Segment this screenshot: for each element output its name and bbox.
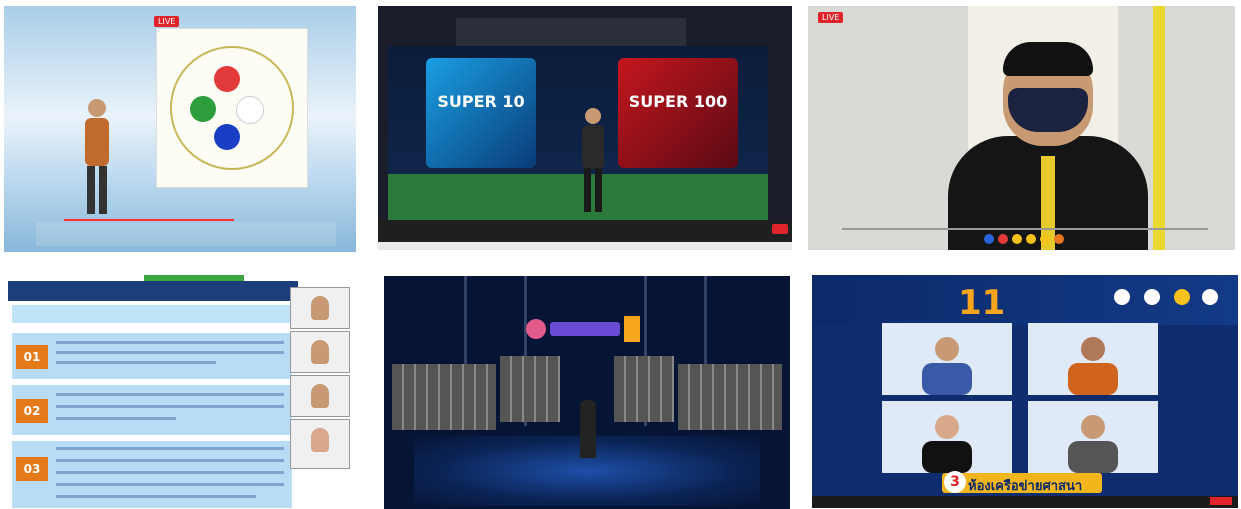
meeting-toolbar <box>378 220 792 242</box>
live-badge: LIVE <box>818 12 844 23</box>
event-number: 11 <box>958 283 1006 323</box>
sponsor-logos <box>1112 287 1222 307</box>
host-figure <box>580 400 596 458</box>
live-badge: LIVE <box>154 16 180 27</box>
audience-wall-center-left <box>500 356 560 422</box>
item-number: 01 <box>16 345 48 369</box>
progress-bar[interactable] <box>842 228 1208 230</box>
haha-reaction-icon[interactable] <box>1012 234 1022 244</box>
participant-video[interactable] <box>1028 323 1158 395</box>
participant-video[interactable] <box>290 419 350 469</box>
angry-reaction-icon[interactable] <box>1054 234 1064 244</box>
tile-panel-meeting[interactable]: 11 3 ห้องเครือข่ายศาสนา <box>812 275 1238 508</box>
tile-slide-presentation[interactable]: 01 02 03 <box>8 275 363 508</box>
windows-taskbar <box>378 242 792 250</box>
participant-video[interactable] <box>1028 401 1158 473</box>
slide-subheader <box>12 305 292 323</box>
room-title: ห้องเครือข่ายศาสนา <box>968 479 1083 494</box>
list-item <box>12 333 292 379</box>
right-screen-text: SUPER 100 <box>628 92 728 111</box>
caption-strip <box>36 222 336 246</box>
green-heart-icon <box>190 96 216 122</box>
white-heart-icon <box>236 96 264 124</box>
blue-heart-icon <box>214 124 240 150</box>
red-heart-icon <box>214 66 240 92</box>
left-led-screen <box>426 58 536 168</box>
meeting-toolbar <box>812 496 1238 508</box>
like-reaction-icon[interactable] <box>984 234 994 244</box>
wow-reaction-icon[interactable] <box>1026 234 1036 244</box>
audience-wall-center-right <box>614 356 674 422</box>
speaker-figure <box>85 99 109 214</box>
audience-wall-right <box>678 364 782 430</box>
item-number: 03 <box>16 457 48 481</box>
room-number: 3 <box>944 471 966 493</box>
yellow-pole <box>1153 6 1165 250</box>
host-figure <box>582 108 604 212</box>
participant-video[interactable] <box>882 401 1012 473</box>
speaker-hair <box>1003 42 1093 76</box>
progress-bar[interactable] <box>64 219 234 221</box>
participant-video[interactable] <box>290 331 350 373</box>
sad-reaction-icon[interactable] <box>1040 234 1050 244</box>
love-reaction-icon[interactable] <box>998 234 1008 244</box>
participant-video[interactable] <box>290 375 350 417</box>
slide-header <box>8 281 298 301</box>
participant-thumbnails[interactable] <box>456 18 686 46</box>
participant-video[interactable] <box>290 287 350 329</box>
item-number: 02 <box>16 399 48 423</box>
audience-wall-left <box>392 364 496 430</box>
face-mask <box>1008 88 1088 132</box>
participant-video[interactable] <box>882 323 1012 395</box>
leave-button[interactable] <box>1210 497 1232 505</box>
poster-diagram <box>170 46 294 170</box>
leave-button[interactable] <box>772 224 788 234</box>
right-led-screen <box>618 58 738 168</box>
tile-virtual-audience-stage[interactable] <box>384 276 790 509</box>
tile-masked-speaker[interactable]: LIVE <box>808 6 1235 250</box>
left-screen-text: SUPER 10 <box>437 92 525 111</box>
event-logo <box>526 316 640 342</box>
tile-webinar-speaker[interactable]: LIVE <box>4 6 356 252</box>
tile-studio-stage[interactable]: SUPER 10 SUPER 100 <box>378 6 792 250</box>
